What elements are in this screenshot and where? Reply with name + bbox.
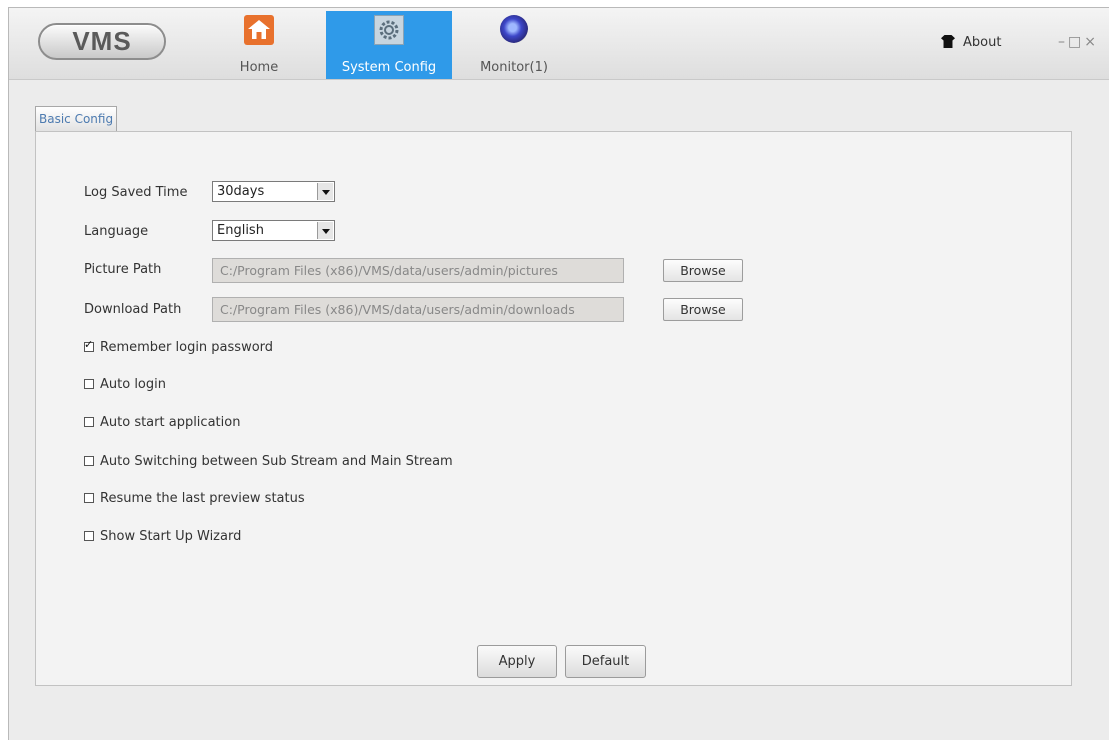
checkbox-label: Remember login password bbox=[100, 340, 274, 355]
language-label: Language bbox=[84, 224, 149, 239]
tab-system-config-label: System Config bbox=[341, 60, 437, 75]
tab-monitor-label: Monitor(1) bbox=[480, 60, 548, 75]
picture-path-field[interactable]: C:/Program Files (x86)/VMS/data/users/ad… bbox=[212, 258, 624, 283]
auto-login-checkbox[interactable]: Auto login bbox=[84, 377, 166, 392]
picture-browse-button[interactable]: Browse bbox=[663, 259, 743, 282]
checkbox-label: Auto Switching between Sub Stream and Ma… bbox=[100, 454, 453, 469]
checkbox-checked-icon[interactable] bbox=[84, 338, 94, 352]
vms-logo: VMS bbox=[38, 23, 166, 60]
log-saved-time-value: 30days bbox=[217, 184, 265, 199]
checkbox-label: Auto start application bbox=[100, 415, 241, 430]
gear-icon bbox=[374, 15, 404, 45]
tab-basic-config[interactable]: Basic Config bbox=[35, 106, 118, 132]
resume-preview-checkbox[interactable]: Resume the last preview status bbox=[84, 491, 305, 506]
startup-wizard-checkbox[interactable]: Show Start Up Wizard bbox=[84, 529, 241, 544]
chevron-down-icon[interactable] bbox=[317, 222, 333, 239]
download-path-label: Download Path bbox=[84, 302, 182, 317]
download-browse-button[interactable]: Browse bbox=[663, 298, 743, 321]
language-select[interactable]: English bbox=[212, 220, 335, 241]
about-link[interactable]: About bbox=[941, 35, 1001, 50]
checkbox-icon[interactable] bbox=[84, 493, 94, 503]
checkbox-label: Resume the last preview status bbox=[100, 491, 305, 506]
checkbox-icon[interactable] bbox=[84, 379, 94, 389]
tab-home[interactable]: Home bbox=[224, 11, 294, 79]
picture-path-label: Picture Path bbox=[84, 262, 162, 277]
checkbox-label: Auto login bbox=[100, 377, 166, 392]
checkbox-icon[interactable] bbox=[84, 531, 94, 541]
log-saved-time-label: Log Saved Time bbox=[84, 185, 188, 200]
remember-password-checkbox[interactable]: Remember login password bbox=[84, 338, 274, 355]
log-saved-time-select[interactable]: 30days bbox=[212, 181, 335, 202]
home-icon bbox=[244, 15, 274, 45]
auto-start-checkbox[interactable]: Auto start application bbox=[84, 415, 240, 430]
tab-home-label: Home bbox=[239, 60, 279, 75]
tab-monitor[interactable]: Monitor(1) bbox=[469, 11, 559, 79]
download-path-field[interactable]: C:/Program Files (x86)/VMS/data/users/ad… bbox=[212, 297, 624, 322]
chevron-down-icon[interactable] bbox=[317, 183, 333, 200]
monitor-icon bbox=[500, 15, 528, 43]
window-controls[interactable]: –□× bbox=[1058, 34, 1099, 50]
language-value: English bbox=[217, 223, 264, 238]
auto-switching-checkbox[interactable]: Auto Switching between Sub Stream and Ma… bbox=[84, 454, 453, 469]
title-bar: VMS Home System Config Monitor(1) About … bbox=[9, 8, 1109, 80]
tab-system-config[interactable]: System Config bbox=[326, 11, 452, 79]
checkbox-icon[interactable] bbox=[84, 417, 94, 427]
checkbox-icon[interactable] bbox=[84, 456, 94, 466]
checkbox-label: Show Start Up Wizard bbox=[100, 529, 242, 544]
basic-config-panel bbox=[35, 131, 1072, 686]
apply-button[interactable]: Apply bbox=[477, 645, 557, 678]
about-label: About bbox=[963, 35, 1002, 50]
shirt-icon bbox=[941, 35, 955, 48]
default-button[interactable]: Default bbox=[565, 645, 646, 678]
